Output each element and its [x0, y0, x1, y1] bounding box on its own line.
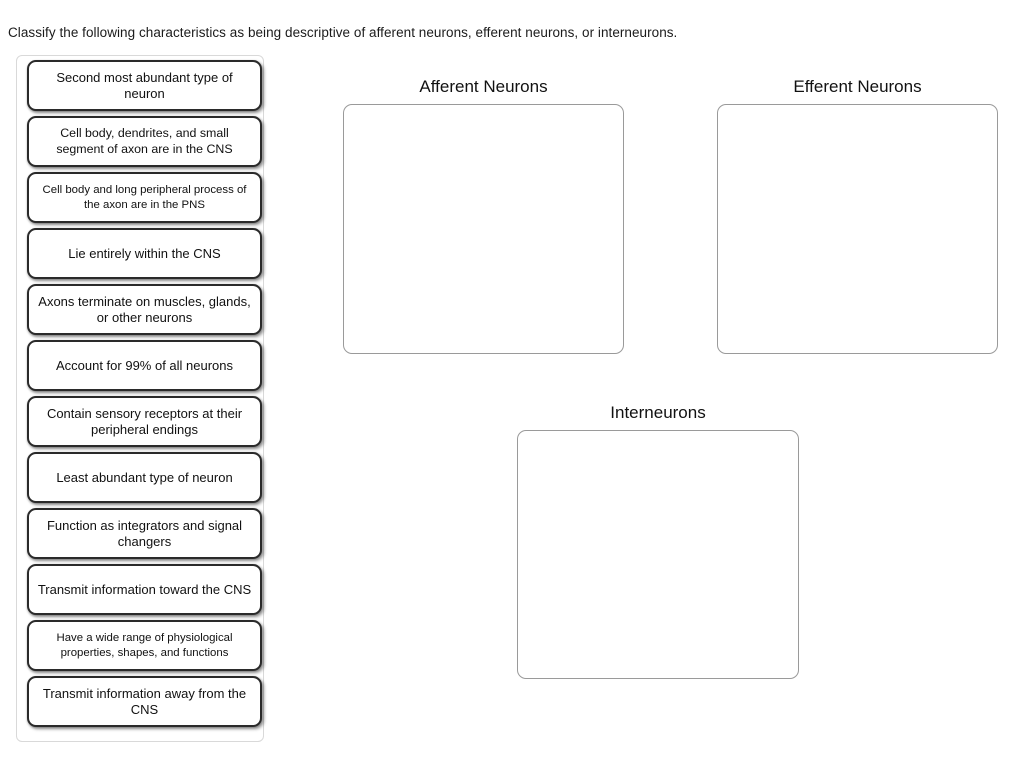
drop-zone-interneurons[interactable]	[517, 430, 799, 679]
draggable-card-label: Axons terminate on muscles, glands, or o…	[38, 293, 251, 325]
category-title-interneurons: Interneurons	[610, 403, 706, 422]
category-interneurons: Interneurons	[517, 402, 799, 679]
draggable-card-label: Function as integrators and signal chang…	[46, 517, 243, 549]
draggable-card[interactable]: Axons terminate on muscles, glands, or o…	[27, 284, 262, 335]
drop-zone-efferent[interactable]	[717, 104, 998, 354]
question-prompt: Classify the following characteristics a…	[8, 25, 678, 40]
draggable-card[interactable]: Least abundant type of neuron	[27, 452, 262, 503]
draggable-card-label: Second most abundant type of neuron	[56, 69, 233, 101]
characteristics-bank: Second most abundant type of neuron Cell…	[16, 55, 264, 742]
category-title-efferent: Efferent Neurons	[793, 77, 922, 96]
draggable-card[interactable]: Second most abundant type of neuron	[27, 60, 262, 111]
draggable-card[interactable]: Lie entirely within the CNS	[27, 228, 262, 279]
category-title-afferent: Afferent Neurons	[419, 77, 548, 96]
draggable-card-label: Transmit information toward the CNS	[37, 581, 252, 597]
draggable-card-label: Lie entirely within the CNS	[68, 245, 221, 261]
draggable-card[interactable]: Transmit information toward the CNS	[27, 564, 262, 615]
category-efferent-neurons: Efferent Neurons	[717, 76, 998, 354]
draggable-card[interactable]: Have a wide range of physiological prope…	[27, 620, 262, 671]
draggable-card-label: Contain sensory receptors at their perip…	[46, 405, 243, 437]
draggable-card-label: Cell body and long peripheral process of…	[42, 184, 247, 211]
draggable-card[interactable]: Transmit information away from the CNS	[27, 676, 262, 727]
draggable-card-label: Least abundant type of neuron	[56, 469, 233, 485]
category-afferent-neurons: Afferent Neurons	[343, 76, 624, 354]
draggable-card-label: Have a wide range of physiological prope…	[56, 632, 233, 659]
draggable-card-label: Cell body, dendrites, and small segment …	[56, 126, 233, 156]
draggable-card-list: Second most abundant type of neuron Cell…	[27, 60, 262, 732]
draggable-card[interactable]: Cell body, dendrites, and small segment …	[27, 116, 262, 167]
draggable-card[interactable]: Function as integrators and signal chang…	[27, 508, 262, 559]
draggable-card[interactable]: Contain sensory receptors at their perip…	[27, 396, 262, 447]
draggable-card-label: Transmit information away from the CNS	[42, 685, 247, 717]
drop-zone-afferent[interactable]	[343, 104, 624, 354]
draggable-card-label: Account for 99% of all neurons	[55, 357, 234, 373]
draggable-card[interactable]: Account for 99% of all neurons	[27, 340, 262, 391]
draggable-card[interactable]: Cell body and long peripheral process of…	[27, 172, 262, 223]
